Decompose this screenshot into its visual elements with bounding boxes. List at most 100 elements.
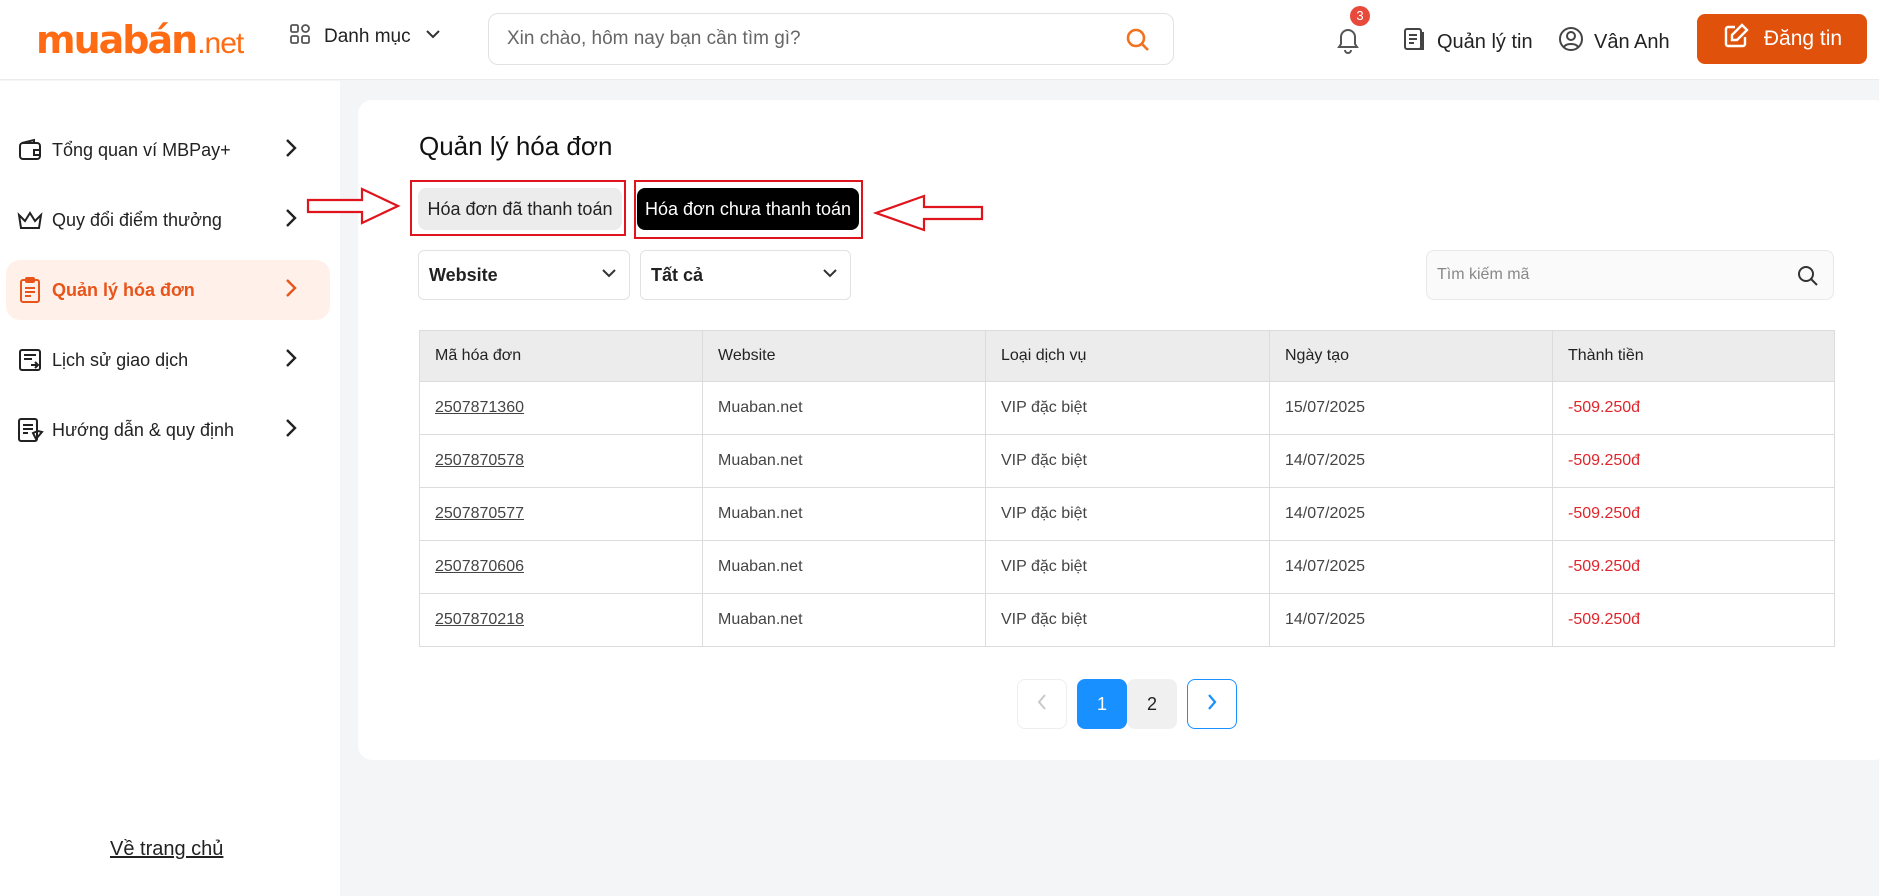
category-menu[interactable]: Danh mục	[288, 22, 443, 52]
cell-amount: -509.250đ	[1552, 593, 1835, 647]
history-icon	[14, 347, 46, 373]
table-row: 2507870577 Muaban.net VIP đặc biệt 14/07…	[419, 487, 1835, 541]
column-header: Website	[702, 330, 986, 382]
status-filter[interactable]: Tất cả	[640, 250, 851, 300]
chevron-right-icon	[284, 347, 298, 374]
invoice-code-link[interactable]: 2507871360	[419, 381, 703, 435]
category-label: Danh mục	[324, 26, 411, 47]
sidebar-item-label: Quy đổi điểm thưởng	[52, 209, 222, 230]
pagination-page-2[interactable]: 2	[1127, 679, 1177, 729]
bell-icon	[1334, 29, 1362, 58]
column-header: Mã hóa đơn	[419, 330, 703, 382]
home-link[interactable]: Về trang chủ	[110, 838, 223, 861]
search-icon[interactable]	[1797, 265, 1819, 292]
chevron-down-icon	[423, 24, 443, 50]
page-title: Quản lý hóa đơn	[419, 131, 613, 161]
search-box	[488, 13, 1174, 65]
sidebar-item-label: Lịch sử giao dịch	[52, 349, 189, 370]
cell-amount: -509.250đ	[1552, 381, 1835, 435]
guide-icon	[14, 416, 46, 444]
code-search-box	[1426, 250, 1834, 300]
column-header: Loại dịch vụ	[985, 330, 1270, 382]
annotation-box-unpaid	[634, 180, 863, 239]
search-icon[interactable]	[1125, 27, 1151, 58]
cell-service: VIP đặc biệt	[985, 434, 1270, 488]
sidebar-item-rewards[interactable]: Quy đổi điểm thưởng	[6, 190, 330, 250]
status-filter-value: Tất cả	[651, 264, 704, 285]
cell-date: 15/07/2025	[1269, 381, 1553, 435]
sidebar-item-guide[interactable]: Hướng dẫn & quy định	[6, 400, 330, 460]
cell-service: VIP đặc biệt	[985, 381, 1270, 435]
sidebar-item-label: Tổng quan ví MBPay+	[52, 139, 231, 160]
cell-website: Muaban.net	[702, 487, 986, 541]
code-search-input[interactable]	[1427, 251, 1767, 299]
chevron-right-icon	[1206, 693, 1218, 716]
table-row: 2507870578 Muaban.net VIP đặc biệt 14/07…	[419, 434, 1835, 488]
manage-posts-link[interactable]: Quản lý tin	[1401, 26, 1533, 58]
site-logo[interactable]: muabán .net	[36, 18, 244, 62]
sidebar-item-wallet[interactable]: Tổng quan ví MBPay+	[6, 120, 330, 180]
pagination-next-button[interactable]	[1187, 679, 1237, 729]
cell-service: VIP đặc biệt	[985, 540, 1270, 594]
cell-date: 14/07/2025	[1269, 434, 1553, 488]
grid-icon	[288, 22, 312, 52]
top-header: muabán.net Danh mục 3 Quản lý tin Vân An…	[0, 0, 1879, 80]
cell-website: Muaban.net	[702, 434, 986, 488]
cell-website: Muaban.net	[702, 540, 986, 594]
column-header: Thành tiền	[1552, 330, 1835, 382]
post-ad-button[interactable]: Đăng tin	[1697, 14, 1867, 64]
cell-service: VIP đặc biệt	[985, 593, 1270, 647]
annotation-box-paid	[410, 180, 626, 236]
arrow-right-icon	[306, 187, 401, 225]
column-header: Ngày tạo	[1269, 330, 1553, 382]
cell-service: VIP đặc biệt	[985, 487, 1270, 541]
cell-amount: -509.250đ	[1552, 487, 1835, 541]
document-icon	[1401, 26, 1427, 58]
cell-website: Muaban.net	[702, 593, 986, 647]
post-ad-label: Đăng tin	[1763, 27, 1843, 50]
invoice-table: Mã hóa đơn Website Loại dịch vụ Ngày tạo…	[419, 330, 1835, 647]
sidebar-item-label: Hướng dẫn & quy định	[52, 419, 234, 440]
table-row: 2507871360 Muaban.net VIP đặc biệt 15/07…	[419, 381, 1835, 435]
table-header-row: Mã hóa đơn Website Loại dịch vụ Ngày tạo…	[419, 330, 1835, 382]
invoice-code-link[interactable]: 2507870606	[419, 540, 703, 594]
chevron-right-icon	[284, 417, 298, 444]
sidebar-item-label: Quản lý hóa đơn	[52, 279, 195, 300]
sidebar-item-history[interactable]: Lịch sử giao dịch	[6, 330, 330, 390]
invoice-code-link[interactable]: 2507870218	[419, 593, 703, 647]
notification-badge: 3	[1350, 6, 1370, 26]
website-filter-value: Website	[429, 264, 498, 285]
pagination-page-1[interactable]: 1	[1077, 679, 1127, 729]
cell-date: 14/07/2025	[1269, 540, 1553, 594]
invoice-code-link[interactable]: 2507870577	[419, 487, 703, 541]
sidebar-item-invoices[interactable]: Quản lý hóa đơn	[6, 260, 330, 320]
chevron-right-icon	[284, 277, 298, 304]
user-icon	[1558, 26, 1584, 58]
user-menu[interactable]: Vân Anh	[1558, 26, 1670, 58]
logo-tld: .net	[197, 27, 244, 60]
cell-date: 14/07/2025	[1269, 487, 1553, 541]
search-input[interactable]	[489, 14, 1089, 64]
manage-posts-label: Quản lý tin	[1437, 30, 1533, 53]
table-row: 2507870606 Muaban.net VIP đặc biệt 14/07…	[419, 540, 1835, 594]
arrow-left-icon	[872, 194, 984, 232]
chevron-down-icon	[820, 263, 840, 288]
cell-amount: -509.250đ	[1552, 434, 1835, 488]
pagination-prev-button[interactable]	[1017, 679, 1067, 729]
cell-date: 14/07/2025	[1269, 593, 1553, 647]
sidebar: Tổng quan ví MBPay+ Quy đổi điểm thưởng …	[0, 81, 340, 896]
user-name: Vân Anh	[1594, 30, 1670, 53]
invoice-code-link[interactable]: 2507870578	[419, 434, 703, 488]
logo-brand: muabán	[36, 18, 198, 62]
edit-icon	[1722, 22, 1750, 56]
notification-button[interactable]: 3	[1334, 6, 1370, 59]
chevron-left-icon	[1036, 693, 1048, 716]
website-filter[interactable]: Website	[418, 250, 630, 300]
chevron-right-icon	[284, 207, 298, 234]
chevron-down-icon	[599, 263, 619, 288]
chevron-right-icon	[284, 137, 298, 164]
table-row: 2507870218 Muaban.net VIP đặc biệt 14/07…	[419, 593, 1835, 647]
cell-amount: -509.250đ	[1552, 540, 1835, 594]
crown-icon	[14, 208, 46, 232]
wallet-icon	[14, 137, 46, 163]
